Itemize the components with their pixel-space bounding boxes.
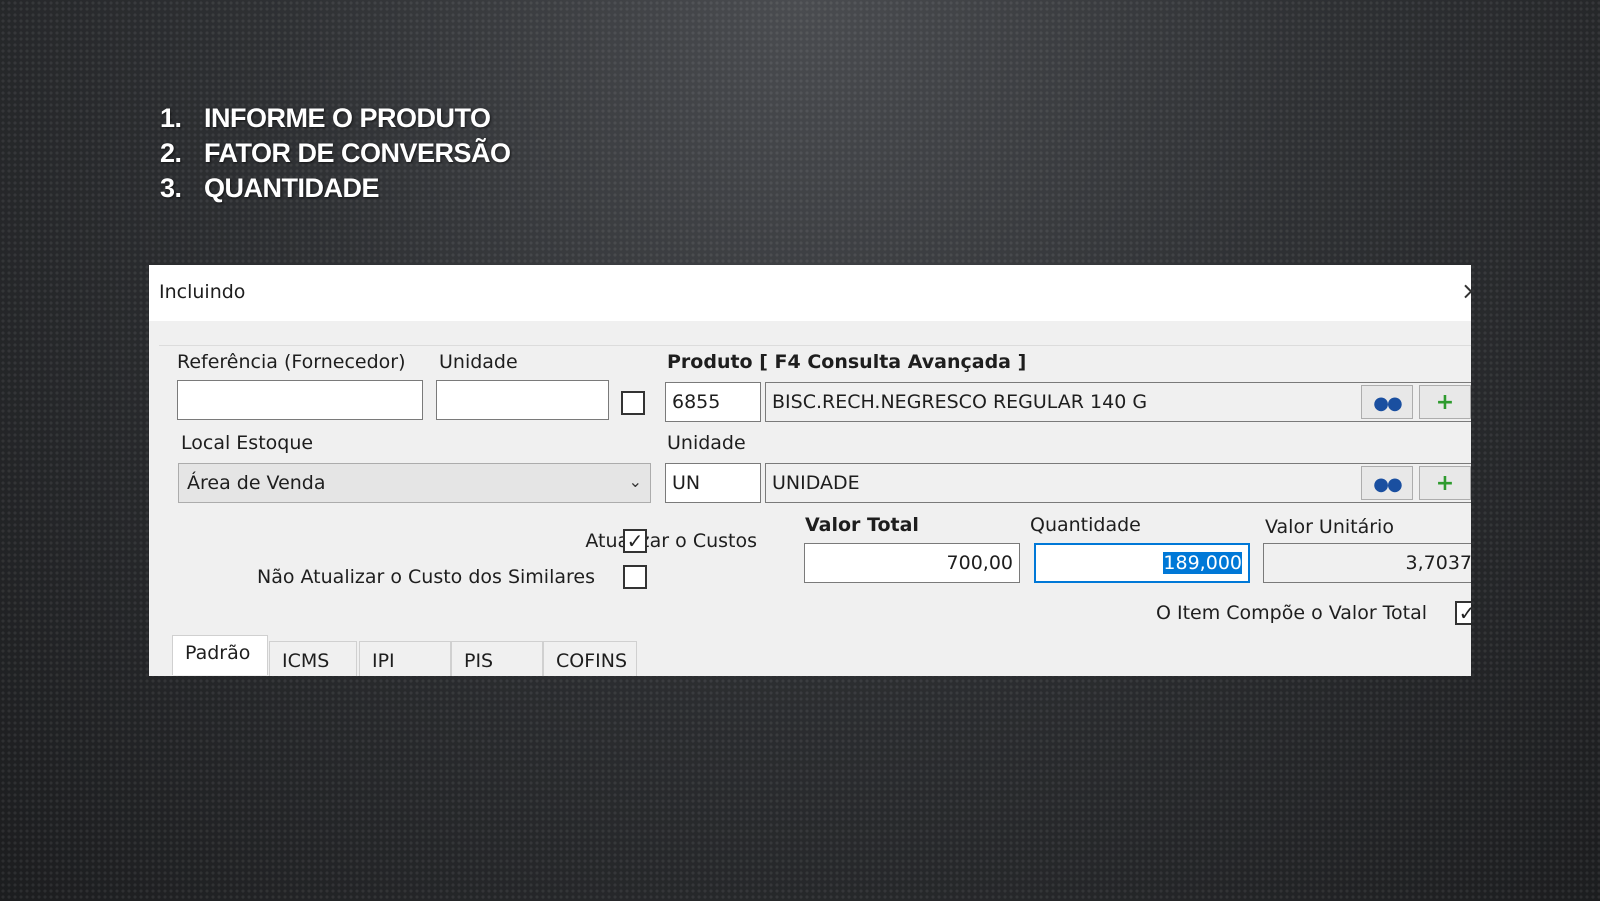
valor-total-label: Valor Total: [805, 514, 919, 536]
referencia-input[interactable]: [177, 380, 423, 420]
quantidade-selected-text: 189,000: [1163, 552, 1242, 574]
valor-unitario-label: Valor Unitário: [1265, 516, 1394, 538]
item-compoe-checkbox[interactable]: ✓: [1455, 601, 1471, 625]
step-text: INFORME O PRODUTO: [204, 103, 491, 133]
unidade-search-button[interactable]: ●●: [1361, 466, 1413, 500]
binoculars-icon: ●●: [1373, 393, 1402, 414]
step-number: 2.: [160, 138, 182, 168]
step-number: 1.: [160, 103, 182, 133]
tab-pis[interactable]: PIS: [451, 641, 543, 676]
valor-total-input[interactable]: 700,00: [804, 543, 1020, 583]
local-estoque-label: Local Estoque: [181, 432, 314, 454]
produto-label: Produto [ F4 Consulta Avançada ]: [667, 351, 1027, 373]
tab-icms[interactable]: ICMS: [269, 641, 357, 676]
produto-add-button[interactable]: +: [1419, 385, 1471, 419]
valor-unitario-field: 3,7037: [1263, 543, 1471, 583]
binoculars-icon: ●●: [1373, 474, 1402, 495]
nao-atualizar-similares-label: Não Atualizar o Custo dos Similares: [257, 566, 595, 588]
atualizar-custos-label: Atualizar o Custos: [585, 530, 757, 552]
nao-atualizar-similares-checkbox[interactable]: [623, 565, 647, 589]
tab-padrao[interactable]: Padrão: [172, 635, 268, 675]
unidade-code-input[interactable]: UN: [665, 463, 761, 503]
plus-icon: +: [1435, 471, 1455, 496]
close-icon[interactable]: ×: [1461, 277, 1471, 305]
tab-ipi[interactable]: IPI: [359, 641, 451, 676]
step-text: FATOR DE CONVERSÃO: [204, 138, 511, 168]
produto-code-input[interactable]: 6855: [665, 382, 761, 422]
item-compoe-label: O Item Compõe o Valor Total: [1156, 602, 1428, 624]
local-estoque-select[interactable]: Área de Venda ⌄: [178, 463, 651, 503]
instruction-step: 3. QUANTIDADE: [160, 171, 511, 206]
local-estoque-value: Área de Venda: [187, 472, 326, 494]
chevron-down-icon: ⌄: [628, 472, 642, 491]
atualizar-custos-checkbox[interactable]: ✓: [623, 529, 647, 553]
dialog-titlebar: Incluindo ×: [149, 265, 1471, 321]
instruction-step: 2. FATOR DE CONVERSÃO: [160, 136, 511, 171]
incluindo-dialog: Incluindo × Referência (Fornecedor) Unid…: [149, 265, 1471, 676]
instruction-step: 1. INFORME O PRODUTO: [160, 101, 511, 136]
quantidade-label: Quantidade: [1030, 514, 1141, 536]
unidade-label: Unidade: [667, 432, 746, 454]
step-text: QUANTIDADE: [204, 173, 380, 203]
unidade-top-input[interactable]: [436, 380, 609, 420]
step-number: 3.: [160, 173, 182, 203]
unidade-top-label: Unidade: [439, 351, 518, 373]
instruction-list: 1. INFORME O PRODUTO 2. FATOR DE CONVERSÃO…: [160, 101, 511, 206]
referencia-label: Referência (Fornecedor): [177, 351, 406, 373]
unidade-add-button[interactable]: +: [1419, 466, 1471, 500]
plus-icon: +: [1435, 390, 1455, 415]
tab-cofins[interactable]: COFINS: [543, 641, 637, 676]
dialog-title: Incluindo: [159, 281, 246, 303]
unidade-checkbox[interactable]: [621, 391, 645, 415]
quantidade-input[interactable]: 189,000: [1034, 543, 1250, 583]
divider: [159, 345, 1471, 346]
produto-search-button[interactable]: ●●: [1361, 385, 1413, 419]
